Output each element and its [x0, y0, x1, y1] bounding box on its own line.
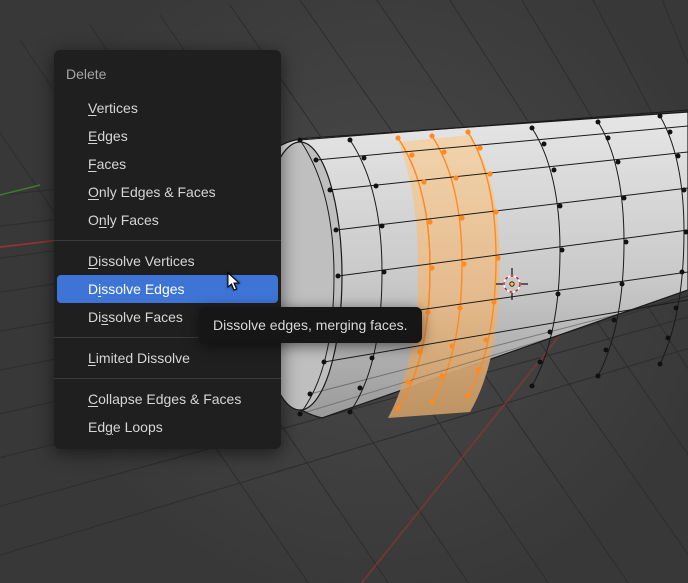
menu-separator [54, 240, 281, 241]
menu-item-collapse-edges-faces[interactable]: Collapse Edges & Faces [54, 385, 281, 413]
tooltip: Dissolve edges, merging faces. [199, 307, 422, 343]
menu-item-only-edges-faces[interactable]: Only Edges & Faces [54, 178, 281, 206]
menu-item-dissolve-vertices[interactable]: Dissolve Vertices [54, 247, 281, 275]
menu-item-faces[interactable]: Faces [54, 150, 281, 178]
menu-item-limited-dissolve[interactable]: Limited Dissolve [54, 344, 281, 372]
menu-separator [54, 378, 281, 379]
menu-item-only-faces[interactable]: Only Faces [54, 206, 281, 234]
menu-item-vertices[interactable]: Vertices [54, 94, 281, 122]
tooltip-text: Dissolve edges, merging faces. [213, 317, 408, 333]
menu-item-edge-loops[interactable]: Edge Loops [54, 413, 281, 441]
delete-context-menu: Delete Vertices Edges Faces Only Edges &… [54, 50, 281, 449]
menu-item-dissolve-edges[interactable]: Dissolve Edges [57, 275, 278, 303]
menu-title: Delete [54, 56, 281, 94]
menu-item-edges[interactable]: Edges [54, 122, 281, 150]
